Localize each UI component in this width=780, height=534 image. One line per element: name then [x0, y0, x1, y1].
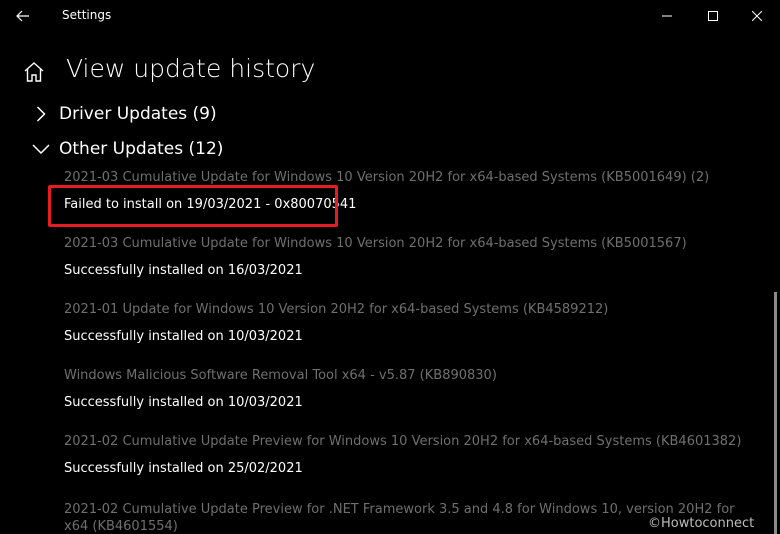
chevron-right-icon: [30, 103, 52, 125]
title-bar: Settings: [0, 0, 780, 32]
back-button[interactable]: [8, 2, 38, 30]
section-label: Other Updates (12): [59, 139, 224, 159]
maximize-icon: [708, 11, 718, 21]
section-driver-updates[interactable]: Driver Updates (9): [30, 101, 217, 127]
update-status: Successfully installed on 10/03/2021: [64, 329, 303, 344]
back-arrow-icon: [16, 10, 29, 22]
update-link[interactable]: 2021-01 Update for Windows 10 Version 20…: [64, 302, 608, 317]
highlight-box: [48, 185, 338, 227]
update-status: Successfully installed on 10/03/2021: [64, 395, 303, 410]
page-title: View update history: [66, 54, 316, 83]
minimize-icon: [662, 15, 672, 17]
section-other-updates[interactable]: Other Updates (12): [30, 136, 223, 162]
update-link[interactable]: 2021-03 Cumulative Update for Windows 10…: [64, 170, 709, 185]
update-link[interactable]: 2021-03 Cumulative Update for Windows 10…: [64, 236, 687, 251]
close-icon: [752, 11, 762, 21]
chevron-down-icon: [30, 138, 52, 160]
app-title: Settings: [62, 8, 112, 22]
update-link[interactable]: 2021-02 Cumulative Update Preview for Wi…: [64, 434, 741, 449]
close-button[interactable]: [734, 0, 780, 32]
update-link[interactable]: 2021-02 Cumulative Update Preview for .N…: [64, 501, 744, 534]
update-link[interactable]: Windows Malicious Software Removal Tool …: [64, 368, 497, 383]
update-status: Successfully installed on 16/03/2021: [64, 263, 303, 278]
home-button[interactable]: [22, 60, 46, 84]
settings-window: Settings View update history Driver Upda…: [0, 0, 780, 534]
home-icon: [24, 62, 44, 82]
maximize-button[interactable]: [690, 0, 736, 32]
scrollbar[interactable]: [774, 292, 777, 534]
section-label: Driver Updates (9): [59, 104, 217, 124]
watermark: ©Howtoconnect: [648, 516, 755, 531]
update-status: Successfully installed on 25/02/2021: [64, 461, 303, 476]
minimize-button[interactable]: [644, 0, 690, 32]
